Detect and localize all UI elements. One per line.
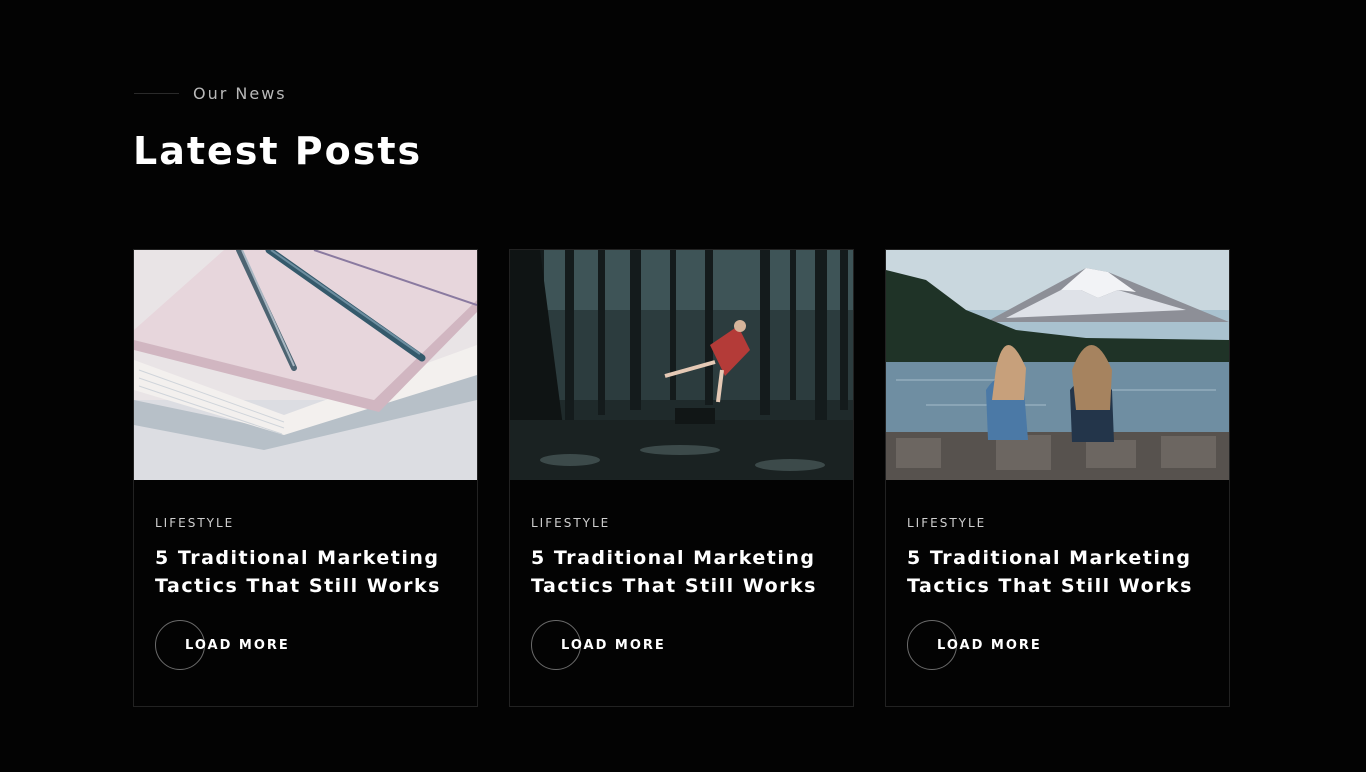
post-card: LIFESTYLE 5 Traditional Marketing Tactic… [509,249,854,707]
post-thumbnail-mountain-lake[interactable] [886,250,1229,480]
post-thumbnail-notebooks[interactable] [134,250,477,480]
load-more-label: LOAD MORE [937,637,1042,653]
post-category[interactable]: LIFESTYLE [907,516,1215,530]
eyebrow-label: Our News [193,84,287,103]
load-more-button[interactable]: LOAD MORE [907,620,1042,670]
eyebrow-divider [134,93,179,94]
post-title[interactable]: 5 Traditional Marketing Tactics That Sti… [907,544,1215,600]
post-card-body: LIFESTYLE 5 Traditional Marketing Tactic… [907,516,1215,600]
post-card: LIFESTYLE 5 Traditional Marketing Tactic… [133,249,478,707]
post-card-body: LIFESTYLE 5 Traditional Marketing Tactic… [531,516,839,600]
post-thumbnail-forest[interactable] [510,250,853,480]
load-more-label: LOAD MORE [561,637,666,653]
post-category[interactable]: LIFESTYLE [155,516,463,530]
latest-posts-section: Our News Latest Posts LIFESTYLE 5 Tradit… [0,0,1366,772]
post-card: LIFESTYLE 5 Traditional Marketing Tactic… [885,249,1230,707]
load-more-label: LOAD MORE [185,637,290,653]
post-card-list: LIFESTYLE 5 Traditional Marketing Tactic… [133,249,1230,707]
load-more-button[interactable]: LOAD MORE [531,620,666,670]
load-more-button[interactable]: LOAD MORE [155,620,290,670]
post-title[interactable]: 5 Traditional Marketing Tactics That Sti… [531,544,839,600]
post-category[interactable]: LIFESTYLE [531,516,839,530]
post-title[interactable]: 5 Traditional Marketing Tactics That Sti… [155,544,463,600]
section-heading: Latest Posts [133,129,423,173]
post-card-body: LIFESTYLE 5 Traditional Marketing Tactic… [155,516,463,600]
section-eyebrow: Our News [134,84,287,103]
